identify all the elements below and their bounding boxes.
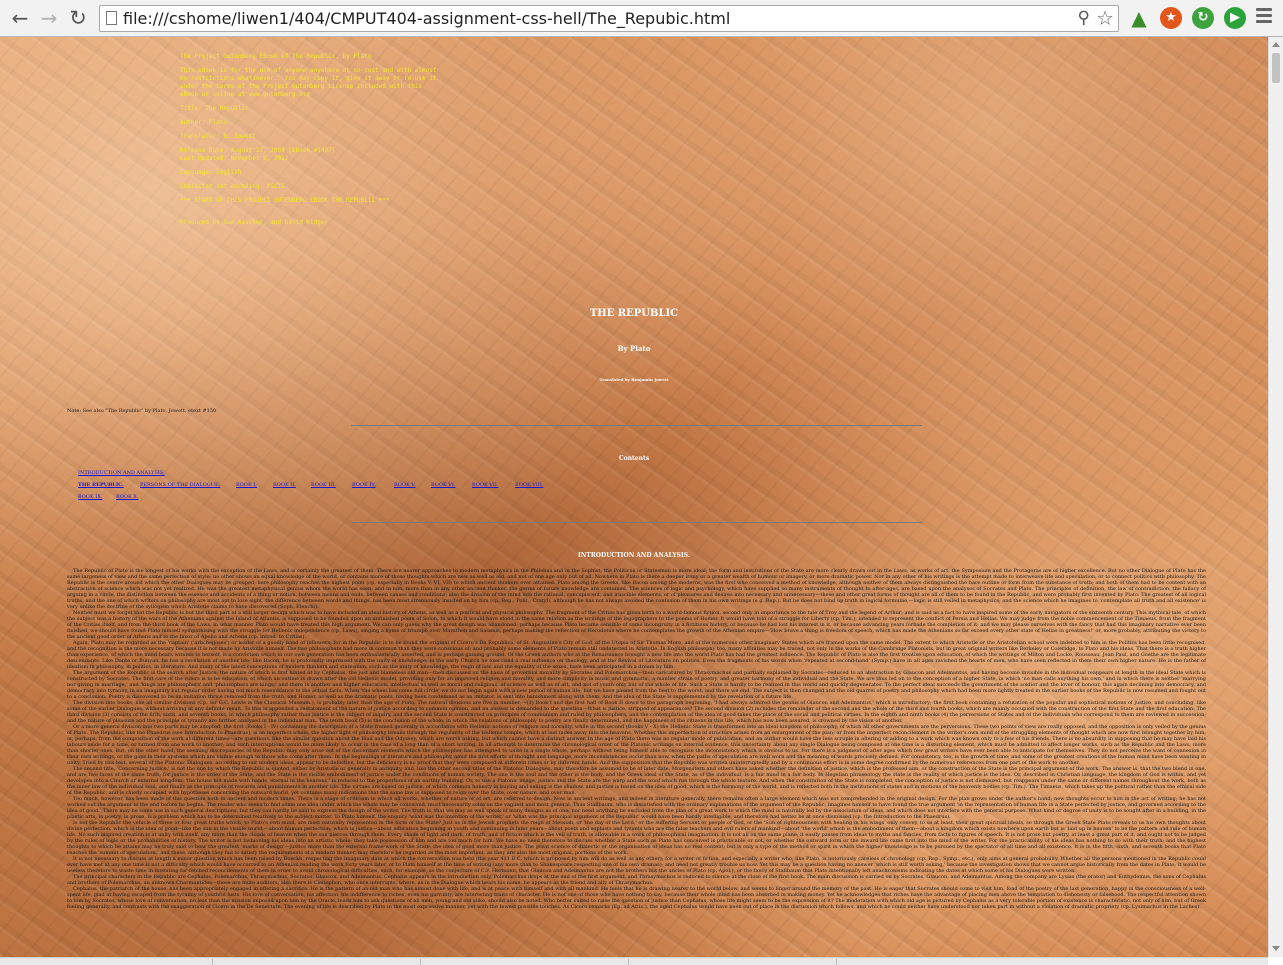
page-viewport: The Project Gutenberg EBook of The Repub…	[0, 37, 1268, 957]
scroll-up-arrow-icon[interactable]	[1272, 42, 1280, 47]
etext-note: Note: See also "The Republic" by Plato, …	[67, 408, 217, 414]
intro-paragraph: Again, Plato may be regarded as the 'cap…	[67, 640, 1206, 670]
book-byline: By Plato	[617, 344, 651, 353]
gutenberg-line: Character set encoding: ASCII	[180, 183, 285, 190]
menu-icon[interactable]	[1256, 8, 1272, 26]
toc-link[interactable]: BOOK VII.	[472, 482, 498, 488]
extension-play-icon[interactable]: ▶	[1224, 7, 1246, 29]
reload-icon[interactable]: ↻	[66, 6, 90, 30]
intro-body: The Republic of Plato is the longest of …	[67, 568, 1206, 910]
gutenberg-line: Title: The Republic	[180, 105, 249, 112]
intro-paragraph: Is not the Republic the vehicle of three…	[67, 820, 1206, 856]
gutenberg-line: Produced by Sue Asscher, and David Widge…	[180, 219, 329, 226]
url-text[interactable]: file:///cshome/liwen1/404/CMPUT404-assig…	[123, 9, 730, 28]
toc-link[interactable]: BOOK IV.	[352, 482, 376, 488]
gutenberg-line: Author: Plato	[180, 119, 227, 126]
toc-link[interactable]: BOOK IX.	[78, 494, 102, 500]
intro-paragraph: The argument of the Republic is the sear…	[67, 670, 1206, 700]
intro-heading: INTRODUCTION AND ANALYSIS.	[578, 552, 690, 559]
address-bar[interactable]: file:///cshome/liwen1/404/CMPUT404-assig…	[99, 5, 1119, 32]
toc-link[interactable]: THE REPUBLIC.	[78, 482, 124, 488]
gutenberg-line: Language: English	[180, 169, 242, 176]
toc-link[interactable]: PERSONS OF THE DIALOGUE.	[140, 482, 220, 488]
gutenberg-line: *** START OF THIS PROJECT GUTENBERG EBOO…	[180, 197, 390, 204]
gutenberg-line: This eBook is for the use of anyone anyw…	[180, 67, 441, 98]
scroll-segment	[212, 959, 213, 965]
gutenberg-line: Release Date: August 27, 2008 [EBook #14…	[180, 147, 336, 162]
vertical-scrollbar[interactable]	[1268, 37, 1283, 957]
intro-paragraph: Too much, however, has been made of this…	[67, 796, 1206, 820]
toc-link[interactable]: BOOK X.	[116, 494, 138, 500]
scroll-thumb[interactable]	[1272, 53, 1280, 83]
divider	[351, 522, 922, 523]
intro-paragraph: Neither must we forget that the Republic…	[67, 610, 1206, 640]
horizontal-scrollbar[interactable]	[0, 957, 1268, 965]
intro-paragraph: It is not necessary to discuss at length…	[67, 856, 1206, 874]
toc-link[interactable]: BOOK III.	[311, 482, 336, 488]
toc-link[interactable]: BOOK II.	[273, 482, 296, 488]
toc-link[interactable]: INTRODUCTION AND ANALYSIS.	[78, 470, 165, 476]
intro-paragraph: The Republic of Plato is the longest of …	[67, 568, 1206, 610]
browser-toolbar: ← → ↻ file:///cshome/liwen1/404/CMPUT404…	[0, 0, 1283, 37]
gutenberg-line: Translator: B. Jowett	[180, 133, 256, 140]
book-title: THE REPUBLIC	[589, 308, 679, 319]
toc-link[interactable]: BOOK V.	[394, 482, 416, 488]
intro-paragraph: The principal characters in the Republic…	[67, 874, 1206, 886]
back-arrow-icon[interactable]: ←	[8, 6, 32, 30]
bookmark-star-icon[interactable]: ☆	[1096, 6, 1114, 30]
extension-arrow-icon[interactable]: ▲	[1128, 7, 1150, 29]
toc-link[interactable]: BOOK VI.	[431, 482, 455, 488]
forward-arrow-icon[interactable]: →	[37, 6, 61, 30]
intro-paragraph: Cephalus, the patriarch of the house, ha…	[67, 886, 1206, 910]
extension-sync-icon[interactable]: ↻	[1192, 7, 1214, 29]
table-of-contents: INTRODUCTION AND ANALYSIS. THE REPUBLIC. P…	[78, 470, 638, 506]
page-icon	[106, 11, 117, 25]
scroll-segment	[420, 959, 421, 965]
gutenberg-line: The Project Gutenberg EBook of The Repub…	[180, 53, 372, 60]
book-translator: Translated by Benjamin Jowett	[599, 377, 669, 382]
toc-link[interactable]: BOOK VIII.	[515, 482, 543, 488]
intro-paragraph: The division into books, like all simila…	[67, 700, 1206, 724]
scroll-segment	[836, 959, 837, 965]
divider	[351, 425, 922, 426]
zoom-icon[interactable]: ⚲	[1078, 8, 1090, 28]
scroll-down-arrow-icon[interactable]	[1272, 946, 1280, 951]
scroll-segment	[628, 959, 629, 965]
toc-row: INTRODUCTION AND ANALYSIS.	[78, 470, 638, 482]
extension-flame-icon[interactable]: ★	[1160, 7, 1182, 29]
toc-row: BOOK IX. BOOK X.	[78, 494, 638, 506]
intro-paragraph: Or a more general division into two part…	[67, 724, 1206, 766]
gutenberg-header: The Project Gutenberg EBook of The Repub…	[180, 53, 440, 233]
toc-row: THE REPUBLIC. PERSONS OF THE DIALOGUE. BOO…	[78, 482, 638, 494]
toc-link[interactable]: BOOK I.	[236, 482, 257, 488]
contents-heading: Contents	[618, 455, 650, 462]
intro-paragraph: The second title, 'Concerning Justice,' …	[67, 766, 1206, 796]
